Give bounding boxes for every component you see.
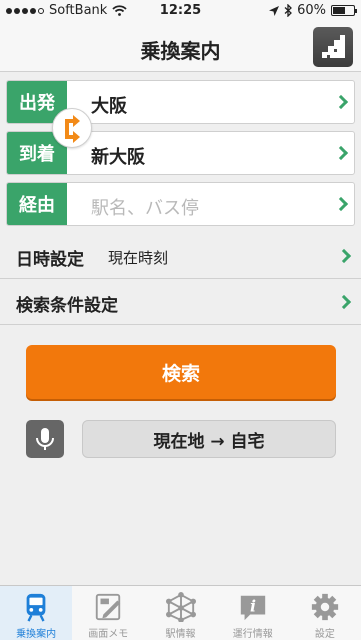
via-tag: 経由 (7, 183, 67, 225)
battery-fill (333, 7, 345, 14)
voice-input-button[interactable] (26, 420, 64, 458)
search-conditions-row[interactable]: 検索条件設定 (0, 279, 361, 325)
swap-arrows-icon (65, 115, 80, 143)
memo-icon (96, 593, 121, 621)
arrival-value: 新大阪 (91, 147, 145, 168)
current-location-to-home-button[interactable]: 現在地 → 自宅 (82, 420, 336, 458)
stairs-icon (322, 35, 345, 58)
tab-label: 設定 (314, 629, 335, 640)
bluetooth-icon (284, 4, 293, 17)
route-memo-button[interactable] (313, 27, 353, 67)
chevron-right-icon (336, 294, 352, 309)
station-network-icon (165, 592, 196, 622)
swap-stations-button[interactable] (52, 108, 92, 148)
page-title: 乗換案内 (140, 39, 221, 63)
svg-text:i: i (250, 597, 256, 616)
location-arrow-icon (269, 5, 280, 16)
tab-station-info[interactable]: 駅情報 (144, 586, 216, 640)
chevron-right-icon (336, 248, 352, 263)
datetime-setting-row[interactable]: 日時設定 現在時刻 (0, 233, 361, 279)
via-placeholder: 駅名、バス停 (91, 198, 199, 219)
tab-service-info[interactable]: i 運行情報 (217, 586, 289, 640)
tab-label: 駅情報 (165, 629, 196, 640)
battery-percent: 60% (297, 3, 326, 18)
chevron-right-icon (333, 145, 349, 161)
status-bar: SoftBank 12:25 60% (0, 0, 361, 22)
navigation-bar: 乗換案内 (0, 22, 361, 72)
status-right: 60% (269, 3, 357, 18)
battery-icon (331, 5, 357, 16)
tab-label: 運行情報 (232, 629, 273, 640)
microphone-icon (36, 428, 54, 450)
search-button[interactable]: 検索 (26, 345, 336, 399)
tab-bar: 乗換案内 画面メモ 駅情報 i 運行情報 設定 (0, 585, 361, 640)
tab-label: 乗換案内 (16, 629, 57, 640)
tab-screen-memo[interactable]: 画面メモ (72, 586, 144, 640)
info-icon: i (240, 595, 265, 621)
datetime-value: 現在時刻 (108, 249, 169, 267)
tab-transit[interactable]: 乗換案内 (0, 586, 73, 640)
departure-value: 大阪 (91, 96, 127, 117)
chevron-right-icon (333, 196, 349, 212)
train-icon (26, 593, 46, 622)
datetime-label: 日時設定 (16, 250, 84, 270)
tab-label: 画面メモ (88, 629, 129, 640)
search-conditions-label: 検索条件設定 (16, 296, 118, 316)
chevron-right-icon (333, 94, 349, 110)
gear-icon (311, 593, 339, 621)
via-field[interactable]: 経由 駅名、バス停 (6, 182, 355, 226)
tab-settings[interactable]: 設定 (289, 586, 361, 640)
